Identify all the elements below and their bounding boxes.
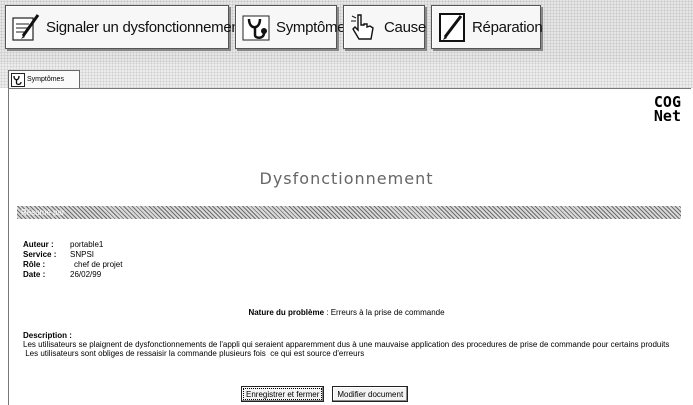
- hand-pointer-icon: [351, 14, 374, 40]
- description: Description : Les utilisateurs se plaign…: [23, 331, 683, 358]
- document-frame: COG Net Dysfonctionnement Résumé par Aut…: [8, 88, 691, 405]
- save-and-close-button[interactable]: Enregistrer et fermer: [241, 386, 325, 402]
- stethoscope-icon: [242, 15, 270, 41]
- problem-nature: Nature du problème : Erreurs à la prise …: [9, 308, 684, 317]
- section-bar: Résumé par: [17, 206, 681, 219]
- problem-nature-value: : Erreurs à la prise de commande: [326, 308, 445, 317]
- repair-label: Réparation: [472, 18, 543, 36]
- role-label: Rôle :: [23, 260, 46, 269]
- pencil-notepad-icon: [439, 13, 465, 42]
- service-label: Service :: [23, 250, 57, 259]
- service-value: SNPSI: [70, 250, 95, 259]
- author-label: Auteur :: [23, 240, 54, 249]
- tab-label: Symptômes: [27, 76, 64, 83]
- repair-button[interactable]: Réparation: [431, 5, 543, 49]
- description-line: Les utilisateurs sont obliges de ressais…: [23, 349, 365, 358]
- toolbar: Signaler un dysfonctionnement Symptôme C…: [0, 0, 693, 62]
- description-line: Les utilisateurs se plaignent de dysfonc…: [23, 340, 670, 349]
- cause-button[interactable]: Cause: [343, 5, 426, 49]
- tab-bar: Symptômes: [0, 62, 693, 88]
- symptom-label: Symptôme: [276, 18, 346, 36]
- form-pencil-icon: [12, 14, 40, 41]
- author-value: portable1: [70, 240, 104, 249]
- problem-nature-label: Nature du problème: [248, 308, 325, 317]
- cause-label: Cause: [384, 18, 426, 36]
- cognet-logo: COG Net: [653, 93, 681, 125]
- description-label: Description :: [23, 331, 72, 340]
- tab-symptomes[interactable]: Symptômes: [8, 70, 80, 88]
- modify-document-button[interactable]: Modifier document: [332, 386, 409, 402]
- report-dysfunction-button[interactable]: Signaler un dysfonctionnement: [5, 5, 244, 49]
- date-label: Date :: [23, 270, 46, 279]
- action-buttons: Enregistrer et fermer Modifier document: [241, 386, 409, 402]
- document-meta: Auteur : portable1 Service : SNPSI Rôle : c…: [23, 240, 122, 280]
- report-dysfunction-label: Signaler un dysfonctionnement: [46, 18, 244, 36]
- stethoscope-icon: [11, 72, 25, 87]
- date-value: 26/02/99: [70, 270, 102, 279]
- symptom-button[interactable]: Symptôme: [235, 5, 346, 49]
- page-title: Dysfonctionnement: [259, 169, 434, 188]
- role-value: chef de projet: [74, 260, 123, 269]
